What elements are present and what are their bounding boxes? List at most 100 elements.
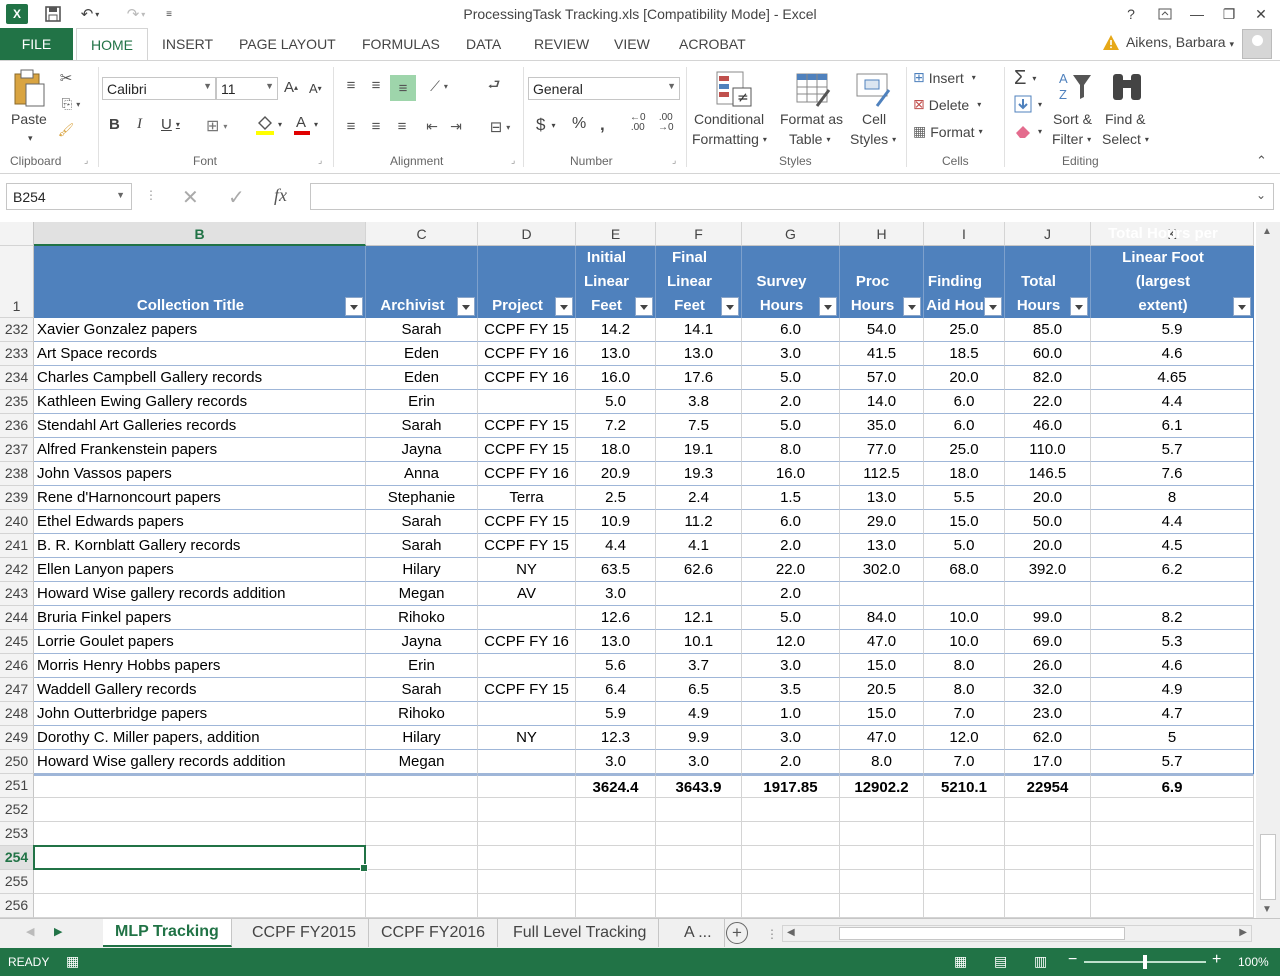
table-cell[interactable]: [924, 894, 1005, 918]
row-header[interactable]: 256: [0, 894, 34, 918]
bottom-align-icon[interactable]: ≡: [390, 75, 416, 101]
table-cell[interactable]: Stendahl Art Galleries records: [34, 414, 366, 438]
insert-function-button[interactable]: fx: [274, 185, 287, 206]
table-cell[interactable]: 35.0: [840, 414, 924, 438]
zoom-out-icon[interactable]: −: [1068, 951, 1077, 969]
vertical-scroll-thumb[interactable]: [1260, 834, 1276, 900]
table-cell[interactable]: Sarah: [366, 534, 478, 558]
column-header-c[interactable]: C: [366, 222, 478, 246]
table-cell[interactable]: Jayna: [366, 630, 478, 654]
table-cell[interactable]: 6.0: [924, 414, 1005, 438]
table-cell[interactable]: Anna: [366, 462, 478, 486]
table-cell[interactable]: Rihoko: [366, 606, 478, 630]
table-cell[interactable]: [840, 822, 924, 846]
table-cell[interactable]: 54.0: [840, 318, 924, 342]
table-cell[interactable]: [742, 870, 840, 894]
table-cell[interactable]: 9.9: [656, 726, 742, 750]
copy-icon[interactable]: ⎘ ▾: [56, 95, 86, 113]
table-cell[interactable]: 4.4: [1091, 510, 1254, 534]
table-cell[interactable]: [478, 822, 576, 846]
table-cell[interactable]: 4.6: [1091, 654, 1254, 678]
font-launcher-icon[interactable]: ⌟: [318, 155, 322, 166]
number-launcher-icon[interactable]: ⌟: [672, 155, 676, 166]
table-cell[interactable]: 6.0: [742, 510, 840, 534]
sort-filter-button-line2[interactable]: Filter ▾: [1052, 131, 1091, 147]
middle-align-icon[interactable]: ≡: [366, 75, 386, 95]
table-cell[interactable]: [1005, 894, 1091, 918]
table-cell[interactable]: AV: [478, 582, 576, 606]
clipboard-launcher-icon[interactable]: ⌟: [84, 155, 88, 166]
table-cell[interactable]: 99.0: [1005, 606, 1091, 630]
clear-icon[interactable]: ▾: [1014, 123, 1042, 139]
table-cell[interactable]: John Outterbridge papers: [34, 702, 366, 726]
table-cell[interactable]: 10.9: [576, 510, 656, 534]
row-header[interactable]: 241: [0, 534, 34, 558]
table-cell[interactable]: [34, 894, 366, 918]
tab-view[interactable]: VIEW: [612, 28, 652, 60]
sort-filter-icon[interactable]: AZ: [1056, 67, 1096, 107]
table-cell[interactable]: 8.0: [924, 654, 1005, 678]
row-header[interactable]: 246: [0, 654, 34, 678]
underline-icon[interactable]: U ▾: [161, 116, 180, 133]
table-cell[interactable]: [34, 798, 366, 822]
table-cell[interactable]: 4.1: [656, 534, 742, 558]
column-header-j[interactable]: J: [1005, 222, 1091, 246]
filter-dropdown-icon[interactable]: [555, 297, 573, 316]
table-cell[interactable]: 2.5: [576, 486, 656, 510]
user-account[interactable]: Aikens, Barbara ▾: [1126, 34, 1234, 50]
table-cell[interactable]: Megan: [366, 750, 478, 774]
find-select-button[interactable]: Find &: [1105, 111, 1145, 127]
table-cell[interactable]: Waddell Gallery records: [34, 678, 366, 702]
total-cell[interactable]: 12902.2: [840, 774, 924, 798]
table-cell[interactable]: 69.0: [1005, 630, 1091, 654]
table-cell[interactable]: 12.0: [924, 726, 1005, 750]
table-cell[interactable]: 14.1: [656, 318, 742, 342]
row-header[interactable]: 248: [0, 702, 34, 726]
table-cell[interactable]: 4.9: [656, 702, 742, 726]
table-cell[interactable]: 6.5: [656, 678, 742, 702]
align-center-icon[interactable]: ≡: [366, 116, 386, 136]
table-cell[interactable]: Art Space records: [34, 342, 366, 366]
paste-icon[interactable]: [10, 67, 48, 109]
table-cell[interactable]: 5.0: [742, 366, 840, 390]
row-header[interactable]: 245: [0, 630, 34, 654]
table-cell[interactable]: 18.5: [924, 342, 1005, 366]
help-button[interactable]: ?: [1116, 2, 1146, 26]
align-left-icon[interactable]: ≡: [341, 116, 361, 136]
table-cell[interactable]: 5: [1091, 726, 1254, 750]
filter-dropdown-icon[interactable]: [345, 297, 363, 316]
table-cell[interactable]: [576, 798, 656, 822]
table-cell[interactable]: [478, 846, 576, 870]
table-cell[interactable]: [576, 822, 656, 846]
table-cell[interactable]: 2.0: [742, 582, 840, 606]
table-cell[interactable]: [34, 822, 366, 846]
table-cell[interactable]: Eden: [366, 366, 478, 390]
format-as-table-button-line2[interactable]: Table ▾: [789, 131, 830, 147]
row-header[interactable]: 247: [0, 678, 34, 702]
table-cell[interactable]: [366, 894, 478, 918]
italic-icon[interactable]: I: [137, 116, 142, 133]
table-cell[interactable]: 7.2: [576, 414, 656, 438]
table-cell[interactable]: [924, 582, 1005, 606]
table-cell[interactable]: 3.0: [576, 750, 656, 774]
table-cell[interactable]: Charles Campbell Gallery records: [34, 366, 366, 390]
table-cell[interactable]: 3.0: [656, 750, 742, 774]
tab-home[interactable]: HOME: [76, 28, 148, 60]
table-cell[interactable]: 12.1: [656, 606, 742, 630]
table-cell[interactable]: [924, 870, 1005, 894]
table-cell[interactable]: 3.0: [576, 582, 656, 606]
table-cell[interactable]: Jayna: [366, 438, 478, 462]
table-cell[interactable]: 1.5: [742, 486, 840, 510]
table-cell[interactable]: [840, 870, 924, 894]
table-cell[interactable]: [742, 846, 840, 870]
table-cell[interactable]: [1005, 798, 1091, 822]
row-header[interactable]: 232: [0, 318, 34, 342]
filter-dropdown-icon[interactable]: [819, 297, 837, 316]
page-layout-view-icon[interactable]: ▤: [994, 953, 1007, 970]
table-cell[interactable]: 62.0: [1005, 726, 1091, 750]
total-cell[interactable]: [478, 774, 576, 798]
zoom-slider[interactable]: [1084, 955, 1206, 969]
table-cell[interactable]: CCPF FY 15: [478, 318, 576, 342]
table-cell[interactable]: 12.6: [576, 606, 656, 630]
table-cell[interactable]: [366, 822, 478, 846]
